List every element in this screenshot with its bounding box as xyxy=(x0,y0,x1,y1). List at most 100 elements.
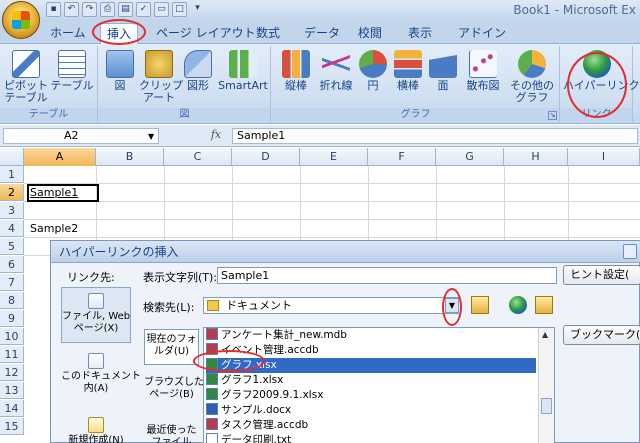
display-text-input[interactable]: Sample1 xyxy=(217,267,557,284)
browse-web-icon[interactable] xyxy=(509,296,527,314)
column-header-b[interactable]: B xyxy=(96,148,164,166)
file-list[interactable]: アンケート集計_new.mdb イベント管理.accdb グラフ.xlsx グラ… xyxy=(203,327,555,443)
redo-icon[interactable]: ↷ xyxy=(82,2,97,17)
print-icon[interactable]: ⎙ xyxy=(100,2,115,17)
column-header-c[interactable]: C xyxy=(164,148,232,166)
scroll-thumb[interactable] xyxy=(541,398,552,414)
list-item[interactable]: グラフ.xlsx xyxy=(206,358,536,373)
bookmark-button[interactable]: ブックマーク( xyxy=(563,325,640,345)
formula-input[interactable]: Sample1 xyxy=(232,128,638,144)
smartart-icon xyxy=(229,50,257,78)
line-chart-button[interactable]: 折れ線 xyxy=(316,50,356,92)
column-header-e[interactable]: E xyxy=(300,148,368,166)
gridline xyxy=(24,219,640,220)
list-item[interactable]: アンケート集計_new.mdb xyxy=(206,328,536,343)
dialog-help-icon[interactable] xyxy=(623,244,637,259)
link-to-file-web-page[interactable]: ファイル, Web ページ(X) xyxy=(61,287,131,343)
other-charts-button[interactable]: その他の グラフ xyxy=(508,50,556,104)
tab-review[interactable]: 校閲 xyxy=(352,23,388,43)
row-header-2[interactable]: 2 xyxy=(0,184,24,201)
tab-insert[interactable]: 挿入 xyxy=(100,23,139,44)
tab-page-layout[interactable]: ページ レイアウト xyxy=(150,23,262,43)
list-item[interactable]: イベント管理.accdb xyxy=(206,343,536,358)
list-item[interactable]: データ印刷.txt xyxy=(206,433,536,443)
clip-art-button[interactable]: クリップ アート xyxy=(139,50,183,104)
undo-icon[interactable]: ↶ xyxy=(64,2,79,17)
look-in-dropdown-icon[interactable]: ▼ xyxy=(445,298,459,313)
column-header-d[interactable]: D xyxy=(232,148,300,166)
browse-file-icon[interactable] xyxy=(535,296,553,314)
row-header-6[interactable]: 6 xyxy=(0,256,24,273)
row-header-4[interactable]: 4 xyxy=(0,220,24,237)
link-to-this-document[interactable]: このドキュメント 内(A) xyxy=(61,353,141,397)
scroll-up-icon[interactable]: ▲ xyxy=(542,330,548,339)
list-item[interactable]: グラフ2009.9.1.xlsx xyxy=(206,388,536,403)
group-tables: ピボット テーブル テーブル テーブル xyxy=(0,46,98,122)
ribbon: ピボット テーブル テーブル テーブル 図 クリップ アート 図形 SmartA… xyxy=(0,44,640,124)
office-button[interactable] xyxy=(2,1,40,39)
row-header-12[interactable]: 12 xyxy=(0,364,24,381)
recent-files-button[interactable]: 最近使った ファイル xyxy=(144,425,199,443)
print-preview-icon[interactable]: ▤ xyxy=(118,2,133,17)
cell-a4[interactable]: Sample2 xyxy=(30,222,78,235)
excel-file-icon xyxy=(206,373,218,385)
list-item[interactable]: サンプル.docx xyxy=(206,403,536,418)
name-box[interactable]: A2 xyxy=(3,128,159,144)
tab-data[interactable]: データ xyxy=(298,23,346,43)
row-header-15[interactable]: 15 xyxy=(0,418,24,435)
office-logo-icon xyxy=(12,11,30,29)
new-icon[interactable]: □ xyxy=(172,2,187,17)
area-chart-button[interactable]: 面 xyxy=(428,50,458,92)
screentip-button[interactable]: ヒント設定( xyxy=(563,265,640,285)
column-header-f[interactable]: F xyxy=(368,148,436,166)
column-header-i[interactable]: I xyxy=(568,148,640,166)
up-folder-icon[interactable] xyxy=(471,296,489,314)
browsed-pages-button[interactable]: ブラウズした ページ(B) xyxy=(144,377,204,409)
row-header-3[interactable]: 3 xyxy=(0,202,24,219)
list-item[interactable]: タスク管理.accdb xyxy=(206,418,536,433)
tab-formulas[interactable]: 数式 xyxy=(250,23,286,43)
row-header-5[interactable]: 5 xyxy=(0,238,24,255)
look-in-select[interactable]: ドキュメント xyxy=(203,297,459,314)
row-header-11[interactable]: 11 xyxy=(0,346,24,363)
picture-button[interactable]: 図 xyxy=(103,50,137,92)
dropdown-icon[interactable]: ▾ xyxy=(190,2,205,17)
scatter-chart-button[interactable]: 散布図 xyxy=(460,50,506,92)
column-header-h[interactable]: H xyxy=(504,148,568,166)
hyperlink-button[interactable]: ハイパーリンク xyxy=(563,50,640,92)
row-header-9[interactable]: 9 xyxy=(0,310,24,327)
row-header-14[interactable]: 14 xyxy=(0,400,24,417)
save-icon[interactable]: ▪ xyxy=(46,2,61,17)
file-list-scrollbar[interactable]: ▲ xyxy=(538,328,554,443)
current-folder-button[interactable]: 現在のフォ ルダ(U) xyxy=(144,329,199,365)
tab-addins[interactable]: アドイン xyxy=(452,23,512,43)
select-all-corner[interactable] xyxy=(0,148,24,166)
smartart-button[interactable]: SmartArt xyxy=(217,50,269,92)
shapes-button[interactable]: 図形 xyxy=(181,50,215,92)
charts-dialog-launcher-icon[interactable]: ↘ xyxy=(548,111,557,120)
row-header-13[interactable]: 13 xyxy=(0,382,24,399)
row-header-1[interactable]: 1 xyxy=(0,166,24,183)
row-header-10[interactable]: 10 xyxy=(0,328,24,345)
pie-chart-button[interactable]: 円 xyxy=(358,50,388,92)
link-to-new-document[interactable]: 新規作成(N) xyxy=(61,417,131,443)
row-header-7[interactable]: 7 xyxy=(0,274,24,291)
name-box-dropdown-icon[interactable]: ▼ xyxy=(148,132,154,141)
group-label-charts: グラフ xyxy=(272,108,559,122)
group-label-links: リンク xyxy=(561,108,632,122)
tab-view[interactable]: 表示 xyxy=(402,23,438,43)
spelling-icon[interactable]: ✓ xyxy=(136,2,151,17)
tab-home[interactable]: ホーム xyxy=(44,23,92,43)
table-button[interactable]: テーブル xyxy=(50,50,94,92)
column-header-a[interactable]: A xyxy=(24,148,96,166)
open-icon[interactable]: ▭ xyxy=(154,2,169,17)
insert-function-icon[interactable]: fx xyxy=(204,128,228,144)
list-item[interactable]: グラフ1.xlsx xyxy=(206,373,536,388)
row-header-8[interactable]: 8 xyxy=(0,292,24,309)
scatter-chart-icon xyxy=(469,50,497,78)
column-header-g[interactable]: G xyxy=(436,148,504,166)
pivot-table-button[interactable]: ピボット テーブル xyxy=(4,50,48,104)
column-chart-button[interactable]: 縦棒 xyxy=(278,50,314,92)
bar-chart-button[interactable]: 横棒 xyxy=(390,50,426,92)
column-headers: A B C D E F G H I xyxy=(0,148,640,166)
